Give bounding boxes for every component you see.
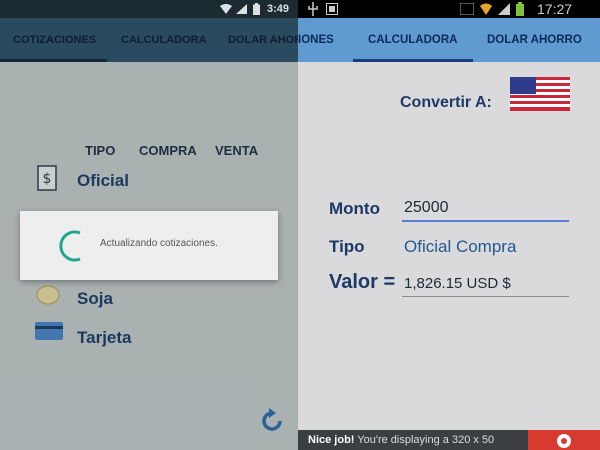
valor-output: 1,826.15 USD $: [404, 275, 511, 292]
calculadora-screen: 17:27 IONES CALCULADORA DOLAR AHORRO Con…: [298, 0, 600, 450]
loading-spinner: [59, 230, 81, 262]
wifi-icon: [480, 3, 492, 15]
status-time: 17:27: [537, 1, 573, 17]
us-flag-icon[interactable]: [510, 77, 570, 111]
ad-text: You're displaying a 320 x 50: [354, 434, 495, 446]
tab-calculadora[interactable]: CALCULADORA: [368, 18, 457, 62]
loading-dialog: Actualizando cotizaciones.: [20, 211, 278, 280]
status-bar: 17:27: [298, 0, 600, 18]
tab-cotizaciones[interactable]: IONES: [298, 18, 334, 62]
battery-icon: [516, 2, 524, 16]
monto-input[interactable]: 25000: [404, 199, 449, 217]
ad-banner[interactable]: Nice job! You're displaying a 320 x 50: [298, 430, 600, 450]
tab-dolar-ahorro[interactable]: DOLAR AHORRO: [487, 18, 582, 62]
cotizaciones-screen: 3:49 COTIZACIONES CALCULADORA DOLAR AHOR…: [0, 0, 300, 450]
valor-output-underline: [402, 296, 569, 297]
active-tab-indicator: [353, 59, 473, 62]
monto-input-underline: [402, 220, 569, 222]
convertir-label: Convertir A:: [400, 94, 492, 111]
ad-logo: [528, 430, 600, 450]
ad-logo-icon: [557, 434, 571, 448]
tipo-select[interactable]: Oficial Compra: [404, 237, 516, 257]
dialog-message: Actualizando cotizaciones.: [100, 238, 218, 249]
valor-label: Valor =: [329, 271, 396, 293]
ad-bold-text: Nice job!: [308, 434, 355, 446]
usb-icon: [308, 2, 318, 16]
signal-icon: [498, 3, 510, 15]
sim-icon: [460, 3, 474, 15]
tab-bar: IONES CALCULADORA DOLAR AHORRO: [298, 18, 600, 62]
monto-label: Monto: [329, 199, 380, 218]
tipo-label: Tipo: [329, 237, 365, 256]
notification-icon: [326, 3, 338, 15]
